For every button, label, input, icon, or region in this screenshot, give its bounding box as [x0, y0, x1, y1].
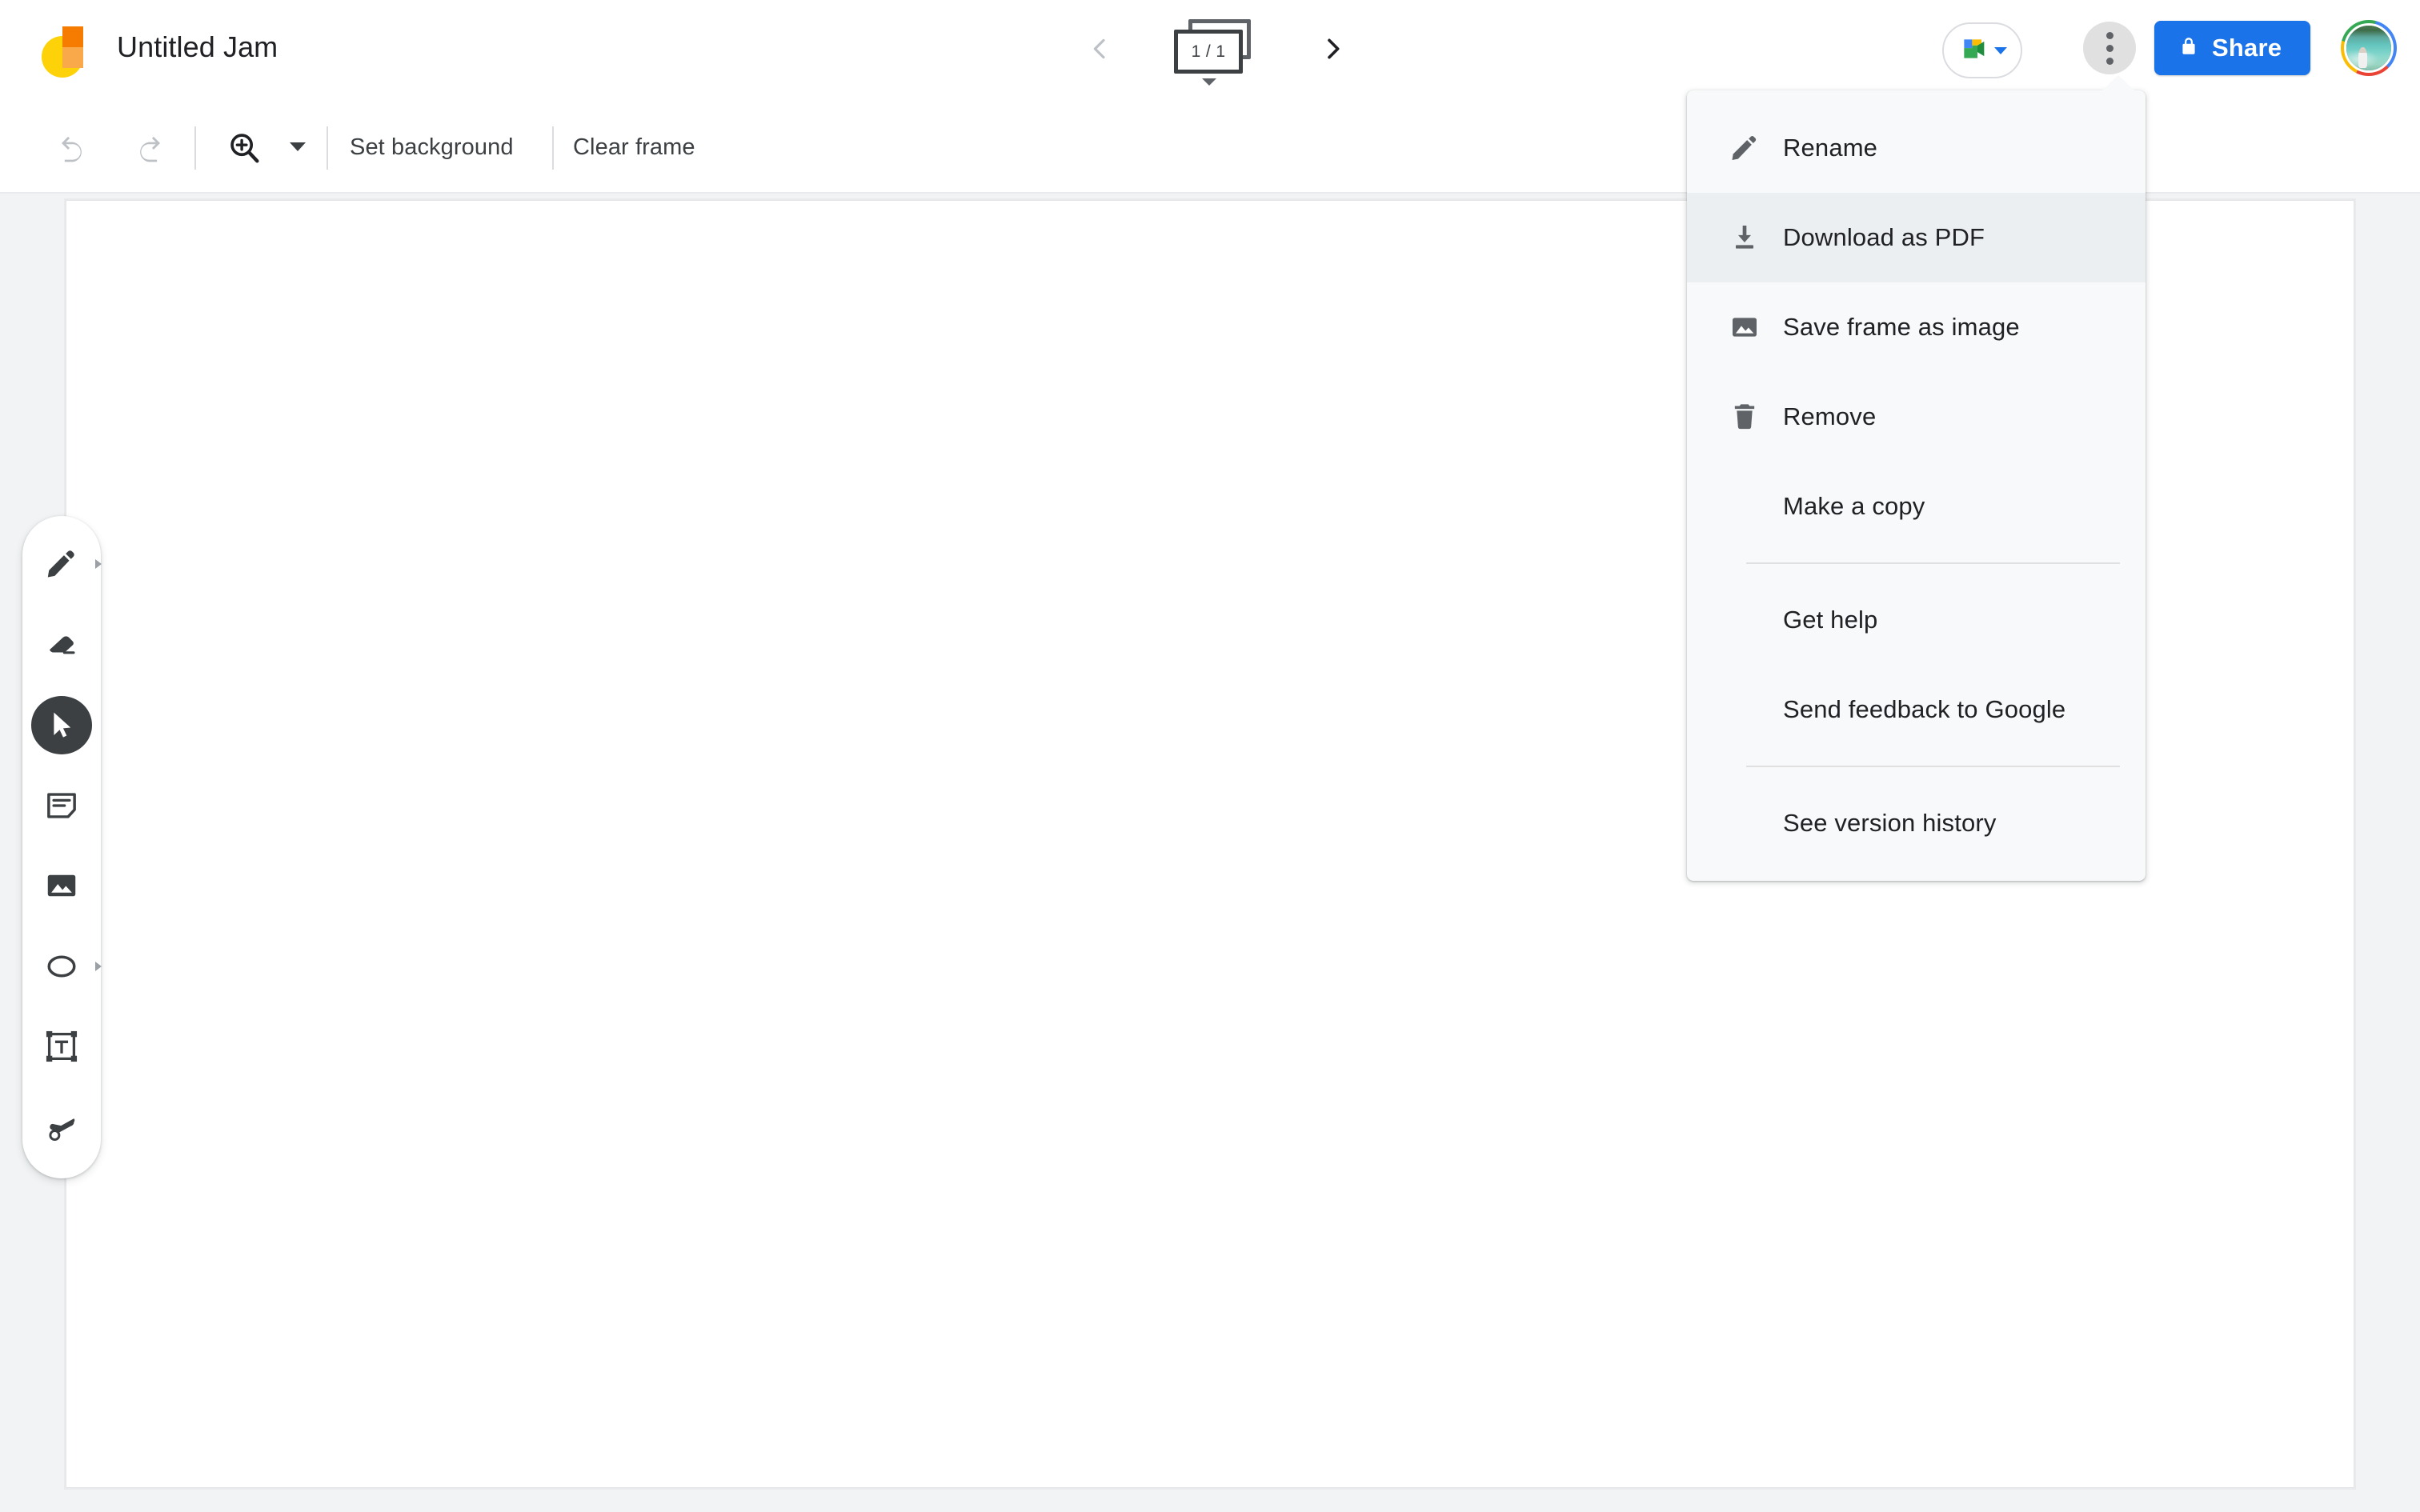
pencil-icon	[1706, 132, 1783, 164]
menu-divider-2	[1746, 766, 2120, 767]
pen-submenu-arrow-icon[interactable]	[95, 559, 102, 570]
menu-item-send-feedback[interactable]: Send feedback to Google	[1687, 665, 2146, 754]
trash-icon	[1706, 401, 1783, 433]
undo-button[interactable]	[44, 120, 100, 176]
tool-select[interactable]	[31, 696, 92, 754]
avatar-image	[2344, 23, 2394, 73]
tool-laser-pointer[interactable]	[31, 1098, 92, 1157]
menu-item-label: See version history	[1783, 809, 1997, 837]
menu-item-rename[interactable]: Rename	[1687, 103, 2146, 193]
toolbar-divider-3	[552, 126, 554, 170]
toolbar-divider-1	[194, 126, 196, 170]
menu-item-label: Get help	[1783, 606, 1878, 634]
toolbar-divider-2	[327, 126, 328, 170]
tool-sticky-note[interactable]	[31, 777, 92, 835]
avatar-person	[2358, 46, 2367, 68]
set-background-button[interactable]: Set background	[350, 134, 514, 161]
download-icon	[1706, 222, 1783, 254]
redo-button[interactable]	[122, 120, 178, 176]
menu-item-label: Send feedback to Google	[1783, 695, 2066, 723]
shape-submenu-arrow-icon[interactable]	[95, 961, 102, 971]
menu-item-see-version-history[interactable]: See version history	[1687, 778, 2146, 868]
three-dot-menu-icon-dot2	[2105, 44, 2113, 52]
menu-item-get-help[interactable]: Get help	[1687, 575, 2146, 665]
menu-item-download-as-pdf[interactable]: Download as PDF	[1687, 193, 2146, 282]
overflow-menu-button[interactable]	[2083, 22, 2136, 74]
tool-shape[interactable]	[31, 938, 102, 996]
previous-frame-button[interactable]	[1076, 26, 1123, 72]
app-header: Untitled Jam 1 / 1 Share	[0, 0, 2420, 102]
tool-eraser[interactable]	[31, 616, 92, 674]
avatar-photo	[2346, 26, 2391, 70]
share-button-label: Share	[2212, 34, 2282, 62]
menu-item-label: Save frame as image	[1783, 313, 2020, 341]
lock-icon	[2178, 34, 2199, 62]
menu-item-save-frame-as-image[interactable]: Save frame as image	[1687, 282, 2146, 372]
zoom-button[interactable]	[216, 120, 272, 176]
menu-item-label: Make a copy	[1783, 492, 1925, 520]
frame-counter[interactable]: 1 / 1	[1171, 14, 1259, 88]
jamboard-app: Untitled Jam 1 / 1 Share Set background …	[0, 0, 2420, 1512]
caret-down-icon	[1994, 46, 2007, 54]
menu-item-label: Download as PDF	[1783, 223, 1985, 251]
caret-down-icon[interactable]	[1202, 78, 1216, 86]
menu-item-label: Rename	[1783, 134, 1878, 162]
tool-pen[interactable]	[31, 535, 102, 594]
google-meet-button[interactable]	[1942, 22, 2022, 78]
menu-pointer-caret	[2101, 75, 2135, 91]
menu-item-remove[interactable]: Remove	[1687, 372, 2146, 462]
clear-frame-button[interactable]: Clear frame	[573, 134, 695, 161]
document-title[interactable]: Untitled Jam	[117, 30, 278, 64]
three-dot-menu-icon-dot3	[2105, 57, 2113, 65]
frame-counter-label: 1 / 1	[1191, 42, 1226, 61]
overflow-menu: Rename Download as PDF Save frame as ima…	[1687, 75, 2146, 881]
menu-divider-1	[1746, 562, 2120, 564]
frame-navigation: 1 / 1	[1076, 14, 1356, 88]
tool-image[interactable]	[31, 857, 92, 915]
zoom-dropdown-caret-down-icon[interactable]	[290, 142, 306, 151]
jamboard-logo-icon	[38, 22, 96, 79]
avatar[interactable]	[2341, 20, 2397, 76]
google-meet-icon	[1957, 33, 1989, 69]
frame-stack-front-icon: 1 / 1	[1174, 30, 1243, 74]
share-button[interactable]: Share	[2154, 21, 2311, 75]
next-frame-button[interactable]	[1310, 26, 1356, 72]
tool-palette	[22, 516, 102, 1178]
tool-text-box[interactable]	[31, 1018, 92, 1076]
menu-item-make-a-copy[interactable]: Make a copy	[1687, 462, 2146, 551]
image-icon	[1706, 311, 1783, 343]
menu-item-label: Remove	[1783, 402, 1877, 430]
three-dot-menu-icon	[2105, 31, 2113, 39]
